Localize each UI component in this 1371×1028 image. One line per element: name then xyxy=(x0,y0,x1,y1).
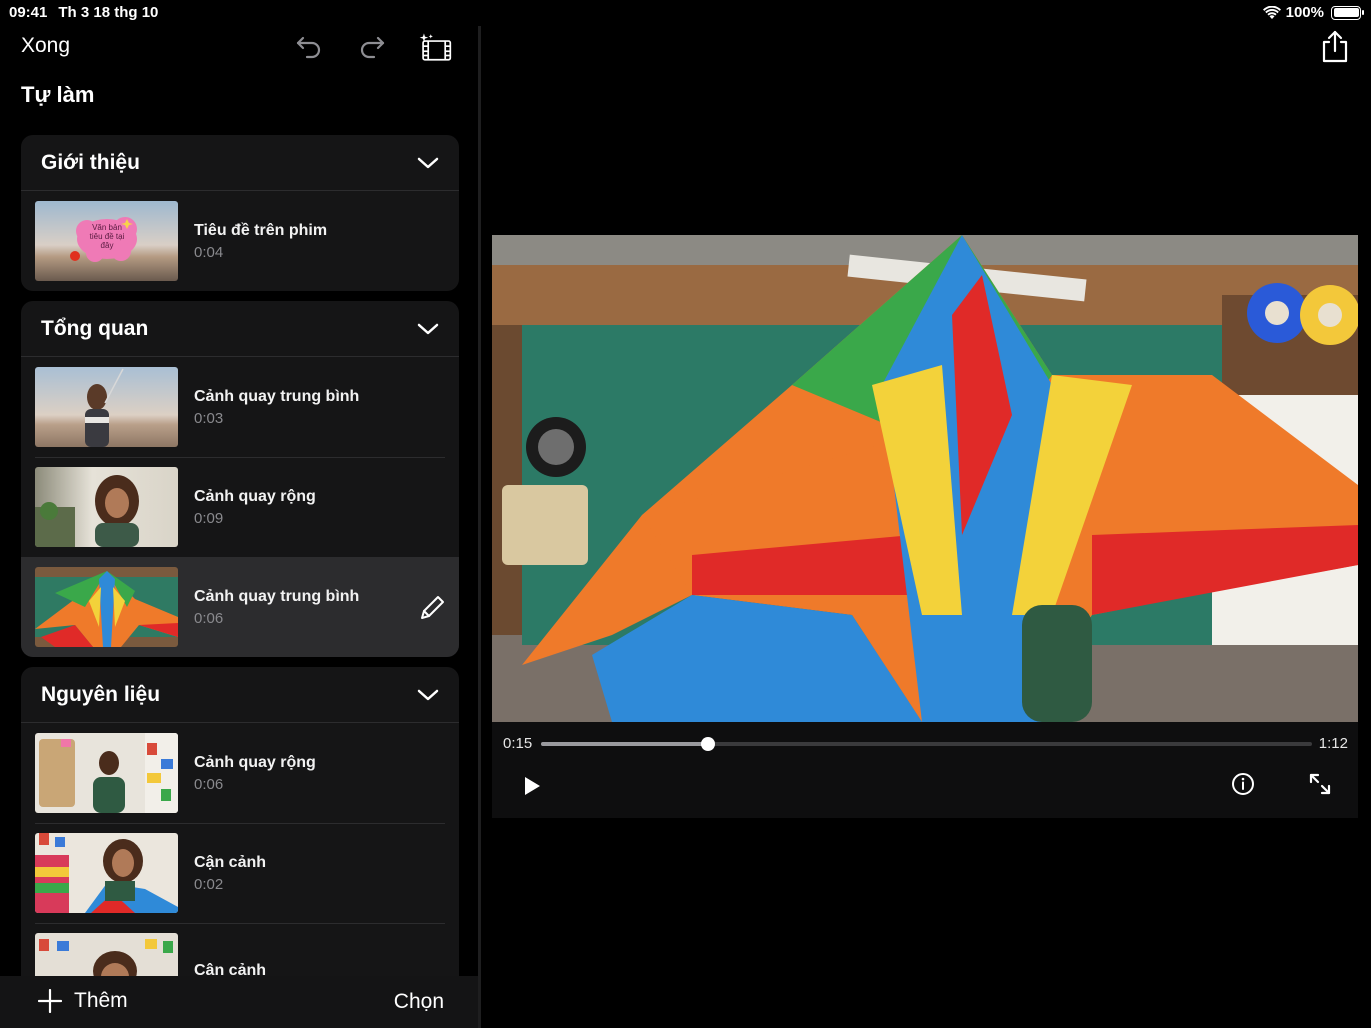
section-header[interactable]: Nguyên liệu xyxy=(21,667,459,723)
play-icon[interactable] xyxy=(522,776,542,796)
clip-row[interactable]: Văn bản tiêu đề tại đây Tiêu đề trên phi… xyxy=(21,191,459,291)
magic-movie-icon xyxy=(419,33,452,61)
plus-icon xyxy=(38,989,62,1013)
scrubber-knob[interactable] xyxy=(700,737,715,751)
clip-thumbnail xyxy=(35,467,178,547)
clip-thumbnail: Văn bản tiêu đề tại đây xyxy=(35,201,178,281)
add-label: Thêm xyxy=(74,989,128,1012)
section-header[interactable]: Tổng quan xyxy=(21,301,459,357)
clip-title: Cận cảnh xyxy=(194,853,267,871)
fullscreen-icon[interactable] xyxy=(1308,772,1332,796)
storyboard-sidebar: Xong Tự làm Giới thiệu Văn bản tiêu đề t… xyxy=(0,26,478,1028)
clip-title: Tiêu đề trên phim xyxy=(194,221,328,239)
magic-movie-button[interactable] xyxy=(418,30,452,64)
share-button[interactable] xyxy=(1318,30,1352,69)
battery-percent: 100% xyxy=(1285,4,1324,21)
pencil-icon[interactable] xyxy=(419,595,445,621)
section-title: Giới thiệu xyxy=(41,150,140,174)
clip-title: Cảnh quay rộng xyxy=(194,487,316,505)
status-time: 09:41 xyxy=(9,4,48,21)
done-button[interactable]: Xong xyxy=(21,34,70,58)
clip-thumbnail xyxy=(35,833,178,913)
current-time: 0:15 xyxy=(503,735,533,752)
scrubber-played xyxy=(541,742,708,746)
status-bar: 09:41 Th 3 18 thg 10 100% xyxy=(0,0,1371,26)
section-title: Tổng quan xyxy=(41,316,149,340)
chevron-down-icon[interactable] xyxy=(417,322,439,336)
select-button[interactable]: Chọn xyxy=(394,990,444,1014)
section-overview: Tổng quan Cảnh quay trung bình 0:03 Cảnh… xyxy=(21,301,459,657)
player-controls: 0:15 1:12 xyxy=(492,722,1358,818)
clip-duration: 0:02 xyxy=(194,875,224,893)
info-icon[interactable] xyxy=(1231,772,1255,796)
clip-thumbnail xyxy=(35,367,178,447)
clip-row-selected[interactable]: Cảnh quay trung bình 0:06 xyxy=(21,557,459,657)
section-materials: Nguyên liệu Cảnh quay rộng 0:06 Cận cảnh… xyxy=(21,667,459,1028)
share-icon xyxy=(1322,30,1348,63)
undo-icon xyxy=(296,36,321,59)
scrubber-track[interactable] xyxy=(541,737,1312,751)
clip-title: Cảnh quay trung bình xyxy=(194,387,360,405)
undo-button[interactable] xyxy=(292,30,326,64)
redo-button[interactable] xyxy=(355,30,389,64)
wifi-icon xyxy=(1262,5,1281,19)
total-time: 1:12 xyxy=(1318,735,1348,752)
redo-icon xyxy=(360,36,385,59)
section-header[interactable]: Giới thiệu xyxy=(21,135,459,191)
clip-duration: 0:06 xyxy=(194,775,224,793)
chevron-down-icon[interactable] xyxy=(417,688,439,702)
page-title: Tự làm xyxy=(21,82,95,107)
bottom-toolbar: Thêm Chọn xyxy=(0,976,478,1028)
split-divider[interactable] xyxy=(478,26,481,1028)
status-date: Th 3 18 thg 10 xyxy=(58,4,159,21)
clip-row[interactable]: Cảnh quay trung bình 0:03 xyxy=(21,357,459,457)
add-button[interactable]: Thêm xyxy=(38,989,128,1013)
clip-title-overlay: Văn bản tiêu đề tại đây xyxy=(89,223,125,250)
clip-thumbnail xyxy=(35,567,178,647)
section-title: Nguyên liệu xyxy=(41,682,161,706)
clip-title: Cảnh quay trung bình xyxy=(194,587,360,605)
clip-title: Cảnh quay rộng xyxy=(194,753,316,771)
clip-duration: 0:06 xyxy=(194,609,224,627)
clip-row[interactable]: Cận cảnh 0:02 xyxy=(21,823,459,923)
section-intro: Giới thiệu Văn bản tiêu đề tại đây Tiêu … xyxy=(21,135,459,291)
clip-row[interactable]: Cảnh quay rộng 0:09 xyxy=(21,457,459,557)
clip-thumbnail xyxy=(35,733,178,813)
video-preview[interactable] xyxy=(492,235,1358,722)
clip-duration: 0:04 xyxy=(194,243,224,261)
battery-icon xyxy=(1331,5,1364,20)
chevron-down-icon[interactable] xyxy=(417,156,439,170)
clip-duration: 0:03 xyxy=(194,409,224,427)
clip-row[interactable]: Cảnh quay rộng 0:06 xyxy=(21,723,459,823)
clip-duration: 0:09 xyxy=(194,509,224,527)
